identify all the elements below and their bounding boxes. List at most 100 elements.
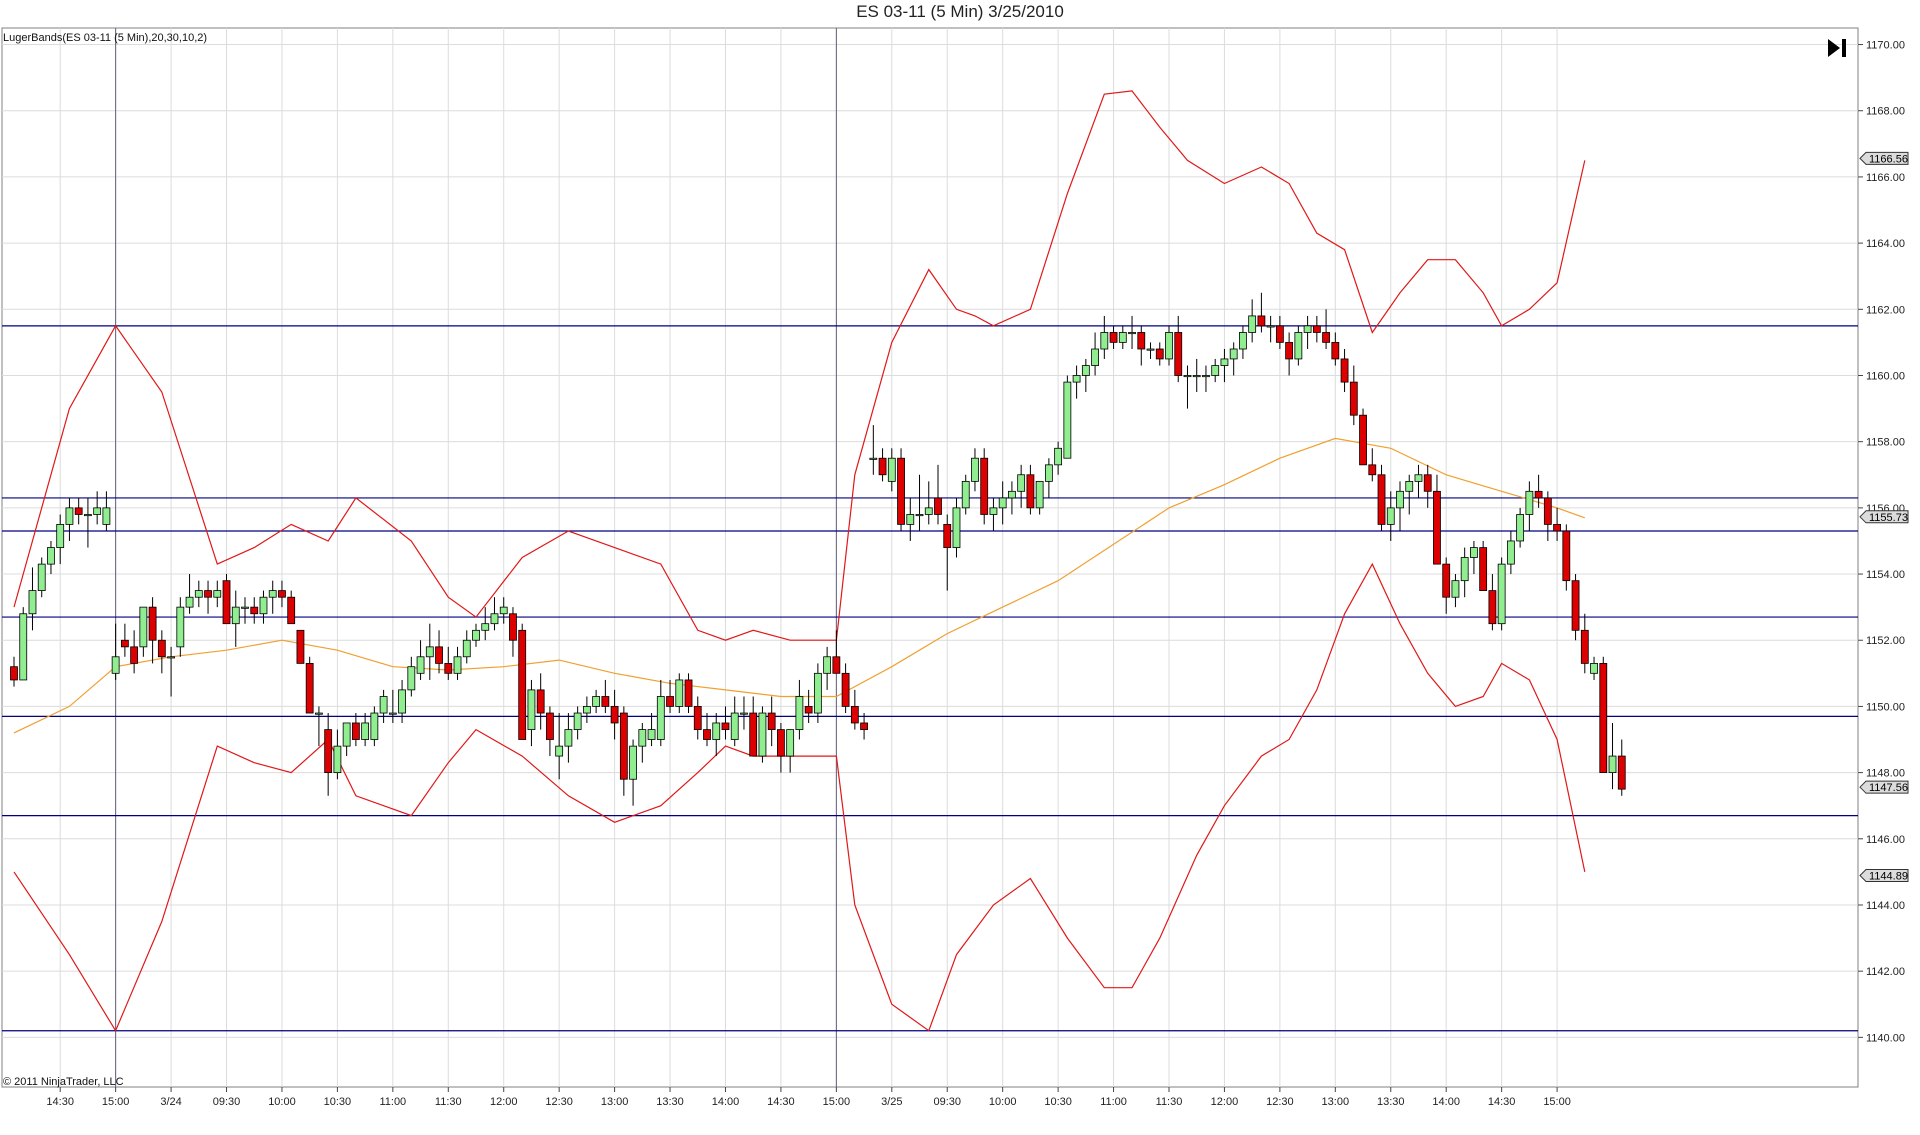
- candle-body: [592, 696, 601, 707]
- candle-body: [786, 729, 795, 757]
- candle-body: [1386, 507, 1395, 525]
- candle-body: [213, 590, 222, 598]
- indicator-label: LugerBands(ES 03-11 (5 Min),20,30,10,2): [3, 32, 208, 44]
- candle-body: [1497, 563, 1506, 625]
- candle-body: [1451, 580, 1460, 598]
- candle-body: [1442, 563, 1451, 598]
- candle-body: [721, 722, 730, 730]
- candle-body: [56, 524, 65, 548]
- candle-body: [1285, 341, 1294, 360]
- candle-down: [296, 629, 305, 664]
- candle-body: [1220, 358, 1229, 366]
- price-badge-label: 1147.56: [1869, 782, 1908, 794]
- candle-body: [194, 590, 203, 598]
- candle-body: [952, 507, 961, 548]
- candle-body: [47, 547, 55, 565]
- candle-body: [1054, 447, 1063, 466]
- candle-body: [897, 457, 905, 525]
- candle-body: [1368, 464, 1377, 476]
- candle-body: [1340, 358, 1349, 383]
- candle-body: [453, 656, 462, 674]
- copyright-text: © 2011 NinjaTrader, LLC: [3, 1076, 124, 1088]
- candle-body: [435, 646, 443, 664]
- candle-body: [351, 722, 360, 740]
- candle-body: [1488, 590, 1497, 625]
- candle-body: [1303, 325, 1312, 333]
- candle-body: [204, 590, 212, 598]
- candle-body: [1035, 480, 1044, 509]
- candle-body: [1377, 474, 1386, 525]
- candle-body: [1091, 348, 1099, 366]
- candle-body: [684, 679, 693, 707]
- candle-body: [1590, 663, 1598, 674]
- candle-body: [924, 507, 933, 515]
- candle-body: [1312, 325, 1321, 333]
- candle-body: [666, 696, 674, 707]
- candle-body: [19, 613, 28, 681]
- candle-body: [546, 712, 554, 740]
- x-tick-label: 11:30: [435, 1096, 462, 1108]
- candle-body: [499, 606, 508, 615]
- candle-body: [1165, 332, 1173, 360]
- candle-down: [305, 656, 314, 714]
- candle-body: [915, 514, 924, 517]
- candle-body: [1239, 332, 1247, 350]
- candle-body: [1405, 480, 1414, 492]
- candle-body: [850, 706, 859, 724]
- candle-body: [379, 696, 388, 714]
- candle-body: [1331, 341, 1340, 360]
- candle-body: [120, 639, 129, 648]
- x-tick-label: 09:30: [933, 1096, 961, 1108]
- candle-body: [185, 596, 194, 608]
- price-badge: 1166.56: [1859, 151, 1909, 165]
- candle-body: [1044, 464, 1053, 482]
- price-badge: 1144.89: [1859, 869, 1909, 883]
- candle-body: [1423, 474, 1432, 492]
- candle-body: [1543, 497, 1552, 525]
- candle-body: [619, 712, 628, 780]
- candle-body: [157, 639, 166, 658]
- y-tick-label: 1142.00: [1866, 966, 1905, 978]
- candle-body: [1183, 375, 1192, 378]
- candle-body: [971, 457, 979, 482]
- candle-body: [1525, 490, 1534, 515]
- candle-body: [1433, 490, 1441, 565]
- candle-body: [509, 613, 517, 641]
- candle-body: [693, 706, 702, 730]
- candle-body: [1081, 365, 1090, 376]
- price-badge-label: 1144.89: [1869, 871, 1908, 883]
- x-tick-label: 12:00: [1211, 1096, 1239, 1108]
- x-tick-label: 12:00: [490, 1096, 518, 1108]
- candle-body: [1137, 332, 1146, 350]
- candle-body: [795, 696, 804, 730]
- y-tick-label: 1168.00: [1866, 106, 1905, 118]
- candle-body: [823, 656, 832, 674]
- skip-to-end-icon[interactable]: [1825, 36, 1849, 60]
- x-tick-label: 14:00: [1432, 1096, 1460, 1108]
- candle-body: [703, 729, 711, 740]
- y-tick-label: 1162.00: [1866, 304, 1905, 316]
- candle-body: [28, 590, 37, 615]
- candle-body: [601, 696, 610, 707]
- candle-body: [425, 646, 434, 658]
- x-tick-label: 14:30: [46, 1096, 74, 1108]
- candle-down: [1377, 464, 1386, 532]
- candle-body: [1322, 332, 1330, 343]
- candle-body: [740, 712, 748, 715]
- candle-body: [610, 706, 619, 724]
- candle-body: [758, 712, 767, 757]
- x-tick-label: 10:30: [1044, 1096, 1072, 1108]
- candle-body: [1506, 540, 1515, 565]
- candle-body: [1146, 348, 1155, 351]
- x-tick-label: 10:00: [268, 1096, 296, 1108]
- y-tick-label: 1146.00: [1866, 834, 1905, 846]
- candle-body: [10, 666, 18, 681]
- x-tick-label: 13:00: [1322, 1096, 1350, 1108]
- candle-body: [111, 656, 120, 674]
- candle-body: [490, 613, 499, 625]
- candle-body: [1174, 332, 1183, 376]
- candle-body: [564, 729, 573, 747]
- candle-body: [629, 745, 637, 780]
- price-chart[interactable]: 1170.00 1168.00 1166.00 1164.00 1162.00 1160.…: [0, 0, 1920, 1135]
- candle-body: [148, 606, 157, 641]
